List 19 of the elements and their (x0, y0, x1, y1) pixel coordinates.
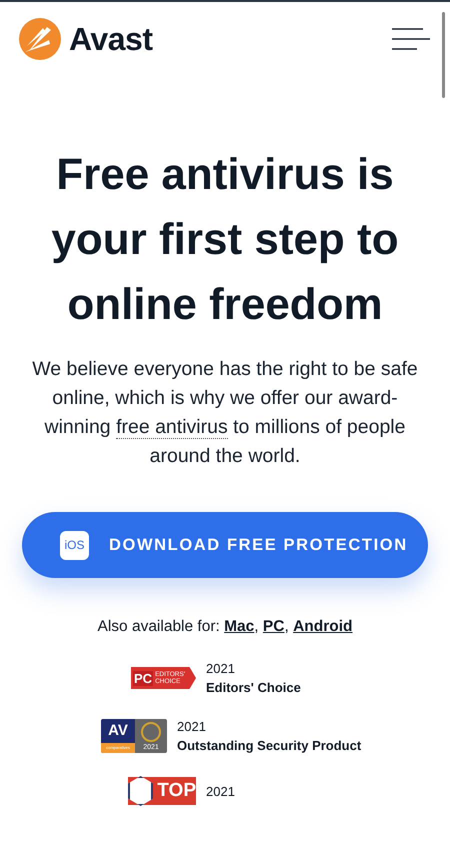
headline: Free antivirus is your first step to online freedom (50, 149, 400, 331)
menu-icon[interactable] (392, 28, 430, 50)
award-badge: TOP (128, 777, 196, 805)
comma: , (254, 618, 260, 636)
award-year: 2021 (206, 784, 235, 798)
intro-paragraph: We believe everyone has the right to be safe online, which is why we offer our award-winning free antivirus to millions of people around the world. (31, 357, 419, 469)
award-year: 2021 (206, 661, 236, 676)
platform-link[interactable]: Mac (224, 618, 254, 636)
comma: , (284, 618, 290, 636)
award-title: Outstanding Security Product (177, 738, 362, 753)
platform-link[interactable]: Android (293, 618, 352, 636)
brand-name[interactable]: Avast (69, 20, 152, 58)
download-button[interactable]: iOS DOWNLOAD FREE PROTECTION (22, 512, 428, 578)
also-available-label: Also available for: (97, 618, 221, 636)
free-antivirus-link[interactable]: free antivirus (116, 416, 228, 439)
award-title: Editors' Choice (206, 680, 301, 695)
platform-link[interactable]: PC (262, 618, 284, 636)
award-year: 2021 (177, 719, 207, 734)
logo-icon (19, 18, 61, 60)
